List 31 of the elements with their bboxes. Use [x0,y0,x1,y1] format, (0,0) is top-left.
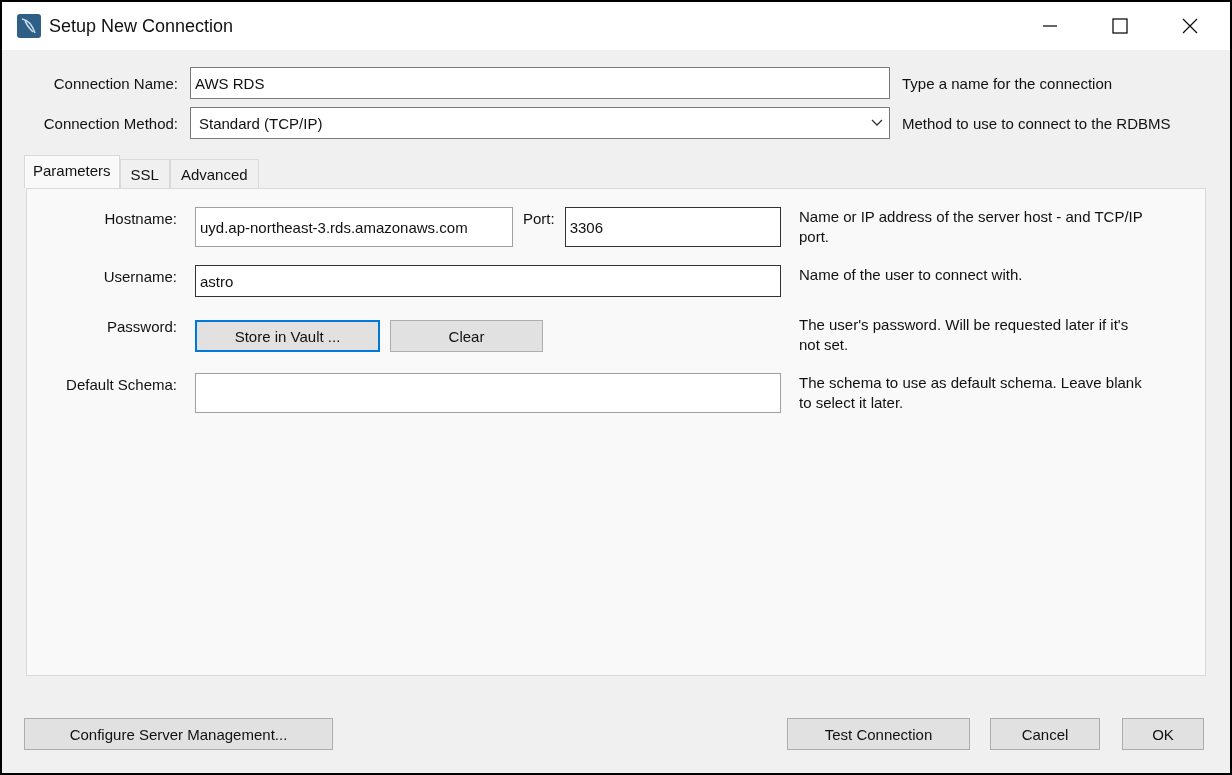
field-label: Default Schema: [65,375,177,393]
connection-name-field[interactable]: AWS RDS [190,67,890,99]
hint-text: The user's password. Will be requested later if it's not set. [799,315,1130,355]
field-label: Connection Name: [52,74,178,92]
hostname-field[interactable]: uyd.ap-northeast-3.rds.amazonaws.com [195,207,513,247]
push-button[interactable]: Configure Server Management... [24,718,333,750]
push-button[interactable]: Test Connection [787,718,970,750]
hint-text: Method to use to connect to the RDBMS [902,114,1172,132]
app-logo-icon [17,14,41,38]
push-button[interactable]: Store in Vault ... [195,320,380,352]
field-label: Username: [102,267,177,285]
port-field[interactable]: 3306 [564,207,781,247]
chevron-down-icon [871,119,883,127]
field-label: Password: [105,317,177,335]
push-button[interactable]: Clear [390,320,543,352]
tab[interactable]: Advanced [169,159,259,188]
field-label: Connection Method: [42,114,178,132]
field-label: Hostname: [103,209,177,227]
tab[interactable]: Parameters [24,155,120,188]
hint-text: Name of the user to connect with. [799,265,1024,285]
input-field[interactable]: astro [195,265,781,297]
window-title: Setup New Connection [49,15,235,37]
push-button[interactable]: Cancel [990,718,1100,750]
tab[interactable]: SSL [119,159,170,188]
connection-method-dropdown[interactable]: Standard (TCP/IP) [190,107,890,139]
hint-text: The schema to use as default schema. Leave blank to select it later. [799,373,1143,413]
input-field[interactable] [195,373,781,413]
hint-text: Name or IP address of the server host - and TCP/IP port. [799,207,1144,247]
field-label: Port: [523,209,555,227]
push-button[interactable]: OK [1122,718,1204,750]
hint-text: Type a name for the connection [902,74,1114,92]
